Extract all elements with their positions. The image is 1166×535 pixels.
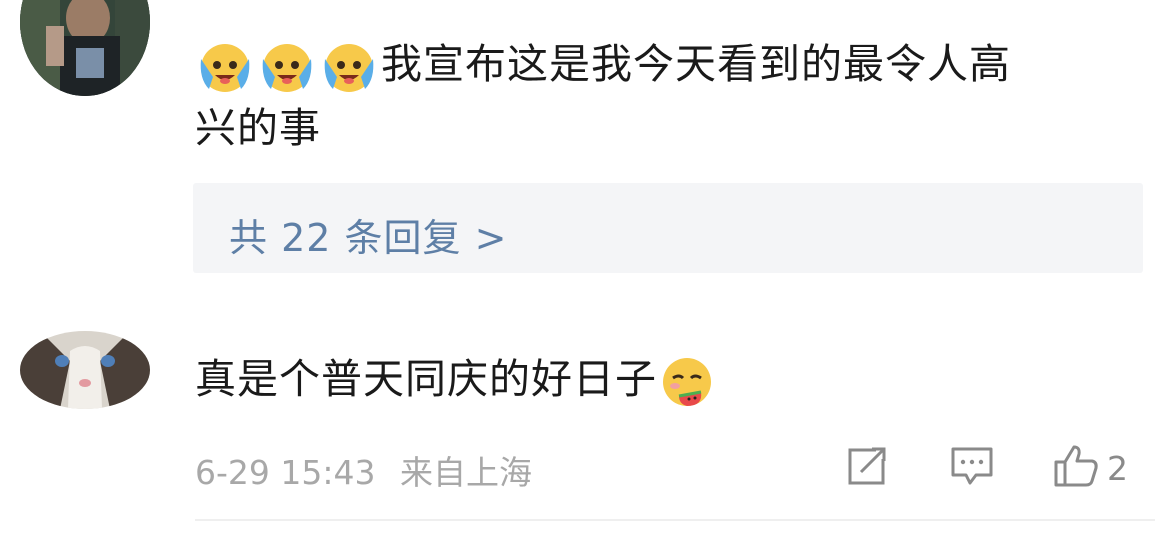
comment-meta: 6-29 15:43 来自上海 (195, 446, 532, 494)
comment-text: 我宣布这是我今天看到的最令人高 兴的事 (195, 33, 1135, 159)
divider (195, 519, 1155, 521)
like-button[interactable]: 2 (1053, 444, 1128, 492)
location: 来自上海 (400, 453, 532, 492)
crying-happy-emoji (195, 40, 257, 92)
share-button[interactable] (846, 447, 888, 489)
timestamp: 6-29 15:43 (195, 453, 376, 492)
like-count: 2 (1107, 448, 1128, 488)
replies-panel[interactable]: 共 22 条回复 > (193, 183, 1143, 273)
crying-happy-emoji (257, 40, 319, 92)
comment-body: 真是个普天同庆的好日子 (195, 355, 657, 403)
comment-line-1: 我宣布这是我今天看到的最令人高 (381, 40, 1011, 88)
comment-line-2: 兴的事 (195, 104, 321, 152)
comment-text: 真是个普天同庆的好日子 (195, 348, 719, 412)
avatar-photo (20, 331, 150, 409)
comment-icon (950, 445, 994, 491)
eating-watermelon-emoji (657, 355, 719, 406)
commenter-avatar[interactable] (20, 331, 150, 409)
thumbs-up-icon (1053, 444, 1099, 492)
avatar-photo (20, 0, 150, 96)
view-replies-link[interactable]: 共 22 条回复 > (229, 207, 507, 262)
comment-button[interactable] (950, 447, 994, 489)
crying-happy-emoji (319, 40, 381, 92)
commenter-avatar[interactable] (20, 0, 150, 96)
share-icon (846, 445, 888, 491)
